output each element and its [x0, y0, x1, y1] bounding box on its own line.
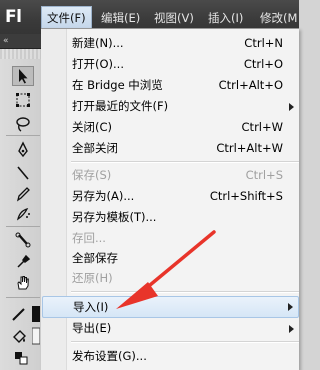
collapse-icon[interactable]: «	[3, 35, 9, 47]
menu-item-label: 导入(I)	[73, 300, 109, 314]
eyedropper-tool-icon[interactable]	[12, 251, 34, 271]
toolbox-divider	[6, 297, 40, 298]
toolbox-grip[interactable]	[0, 49, 41, 59]
menu-item-label: 新建(N)...	[72, 36, 124, 50]
menu-item-shortcut: Ctrl+W	[241, 120, 283, 134]
menu-item-shortcut: Ctrl+S	[245, 168, 283, 182]
menu-item-open[interactable]: 打开(O)... Ctrl+O	[42, 54, 299, 75]
menu-item-open-recent[interactable]: 打开最近的文件(F)	[42, 96, 299, 117]
menu-item-browse-bridge[interactable]: 在 Bridge 中浏览 Ctrl+Alt+O	[42, 75, 299, 96]
menu-item-shortcut: Ctrl+Alt+W	[216, 141, 283, 155]
free-transform-tool-icon[interactable]	[12, 90, 34, 110]
menu-insert[interactable]: 插入(I)	[208, 9, 243, 27]
fill-color-icon[interactable]	[8, 326, 30, 346]
menu-edit[interactable]: 编辑(E)	[101, 9, 140, 27]
menu-item-save[interactable]: 保存(S) Ctrl+S	[42, 165, 299, 186]
menu-item-label: 打开最近的文件(F)	[72, 99, 169, 113]
menu-item-new[interactable]: 新建(N)... Ctrl+N	[42, 33, 299, 54]
menu-item-label: 全部保存	[72, 251, 118, 265]
menu-item-label: 全部关闭	[72, 141, 118, 155]
menu-item-save-as[interactable]: 另存为(A)... Ctrl+Shift+S	[42, 186, 299, 207]
menu-item-check-in[interactable]: 存回...	[42, 228, 299, 249]
submenu-arrow-icon	[288, 303, 293, 311]
spray-tool-icon[interactable]	[12, 204, 34, 224]
menu-separator	[71, 341, 299, 343]
menu-item-label: 关闭(C)	[72, 120, 113, 134]
menu-item-close[interactable]: 关闭(C) Ctrl+W	[42, 117, 299, 138]
stroke-swatch[interactable]	[32, 304, 40, 324]
menu-item-label: 导出(E)	[72, 321, 112, 335]
menu-item-close-all[interactable]: 全部关闭 Ctrl+Alt+W	[42, 138, 299, 159]
submenu-arrow-icon	[289, 103, 294, 111]
menu-item-import[interactable]: 导入(I)	[42, 296, 299, 318]
menu-view[interactable]: 视图(V)	[154, 9, 194, 27]
swap-colors-icon[interactable]	[10, 348, 32, 368]
pen-tool-icon[interactable]	[12, 140, 34, 160]
line-tool-icon[interactable]	[12, 163, 34, 183]
menu-separator	[71, 161, 299, 163]
hand-tool-icon[interactable]	[12, 273, 34, 293]
menu-item-label: 发布设置(G)...	[72, 349, 147, 363]
fill-swatch[interactable]	[32, 326, 40, 346]
toolbox-divider	[6, 135, 40, 136]
menu-item-label: 存回...	[72, 231, 106, 245]
lasso-tool-icon[interactable]	[12, 114, 34, 134]
toolbox-divider	[6, 226, 40, 227]
menu-item-save-as-template[interactable]: 另存为模板(T)...	[42, 207, 299, 228]
menu-item-export[interactable]: 导出(E)	[42, 318, 299, 339]
app-logo: Fl	[5, 7, 22, 27]
menu-item-label: 打开(O)...	[72, 57, 124, 71]
menu-item-shortcut: Ctrl+Shift+S	[209, 189, 283, 203]
pencil-tool-icon[interactable]	[12, 184, 34, 204]
menu-item-revert[interactable]: 还原(H)	[42, 268, 299, 289]
menu-item-shortcut: Ctrl+N	[244, 36, 283, 50]
menu-item-label: 在 Bridge 中浏览	[72, 78, 163, 92]
menu-item-label: 另存为(A)...	[72, 189, 135, 203]
submenu-arrow-icon	[289, 325, 294, 333]
toolbox-header[interactable]: «	[0, 34, 41, 49]
menu-modify[interactable]: 修改(M	[260, 9, 297, 27]
menu-item-publish-settings[interactable]: 发布设置(G)...	[42, 346, 299, 367]
menu-file[interactable]: 文件(F)	[41, 6, 92, 29]
bone-tool-icon[interactable]	[12, 230, 34, 250]
menu-item-shortcut: Ctrl+O	[243, 57, 283, 71]
menu-item-save-all[interactable]: 全部保存	[42, 248, 299, 269]
menu-item-label: 另存为模板(T)...	[72, 210, 157, 224]
selection-tool-icon[interactable]	[12, 66, 34, 86]
menu-item-label: 还原(H)	[72, 271, 113, 285]
menu-separator	[71, 291, 299, 293]
menu-item-shortcut: Ctrl+Alt+O	[218, 78, 283, 92]
menu-item-label: 保存(S)	[72, 168, 112, 182]
stroke-color-icon[interactable]	[8, 304, 30, 324]
